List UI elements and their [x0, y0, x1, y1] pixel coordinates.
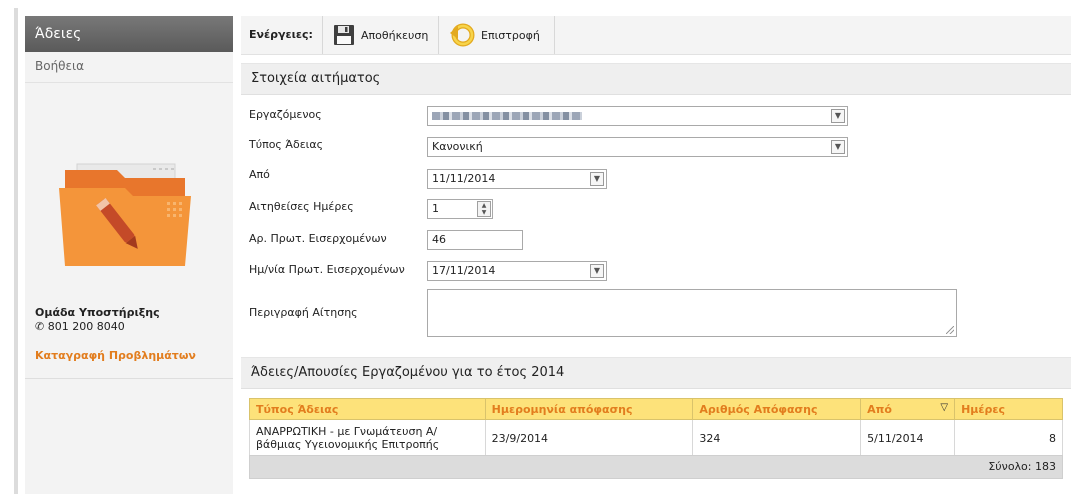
history-table: Τύπος Άδειας Ημερομηνία απόφασης Αριθμός… — [249, 398, 1063, 457]
request-section-header: Στοιχεία αιτήματος — [241, 63, 1071, 95]
from-date-select[interactable]: 11/11/2014 ▼ — [427, 169, 607, 189]
protocol-number-label: Αρ. Πρωτ. Εισερχομένων — [249, 232, 387, 245]
chevron-down-icon[interactable]: ▼ — [590, 264, 604, 278]
toolbar-label: Ενέργειες: — [249, 28, 313, 41]
toolbar-separator — [554, 16, 555, 54]
history-section-header: Άδειες/Απουσίες Εργαζομένου για το έτος … — [241, 357, 1071, 389]
column-header-decision-date[interactable]: Ημερομηνία απόφασης — [484, 398, 694, 420]
days-stepper[interactable]: 1 ▲ ▼ — [427, 199, 493, 219]
folder-edit-icon — [25, 106, 233, 296]
chevron-down-icon[interactable]: ▼ — [831, 109, 845, 123]
protocol-date-select[interactable]: 17/11/2014 ▼ — [427, 261, 607, 281]
sidebar-divider — [25, 378, 233, 379]
days-label: Αιτηθείσες Ημέρες — [249, 200, 354, 213]
save-button-label: Αποθήκευση — [361, 28, 429, 42]
employee-select[interactable]: ▼ — [427, 106, 848, 126]
page-edge — [14, 8, 18, 494]
sort-down-icon[interactable]: ▽ — [940, 402, 948, 413]
employee-value-redacted — [432, 112, 582, 120]
support-phone: ✆ 801 200 8040 — [35, 320, 225, 333]
chevron-down-icon[interactable]: ▼ — [590, 172, 604, 186]
cell-leave-type: ΑΝΑΡΡΩΤΙΚΗ - με Γνωμάτευση Α/βάθμιας Υγε… — [249, 419, 486, 457]
description-textarea[interactable] — [427, 289, 957, 337]
table-footer-total: Σύνολο: 183 — [249, 455, 1063, 479]
history-section-title: Άδειες/Απουσίες Εργαζομένου για το έτος … — [251, 365, 565, 380]
cell-from: 5/11/2014 — [860, 419, 956, 457]
chevron-down-icon[interactable]: ▼ — [831, 140, 845, 154]
resize-handle[interactable] — [946, 326, 954, 334]
support-block: Ομάδα Υποστήριξης ✆ 801 200 8040 Καταγρα… — [35, 306, 225, 362]
protocol-date-label: Ημ/νία Πρωτ. Εισερχομένων — [249, 263, 405, 276]
column-header-from[interactable]: Από ▽ — [860, 398, 956, 420]
return-arrow-icon — [450, 23, 475, 47]
column-header-decision-number[interactable]: Αριθμός Απόφασης — [692, 398, 862, 420]
toolbar-separator — [438, 16, 439, 54]
column-header-days[interactable]: Ημέρες — [954, 398, 1063, 420]
employee-label: Εργαζόμενος — [249, 108, 322, 121]
from-date-value: 11/11/2014 — [432, 172, 496, 185]
help-link[interactable]: Βοήθεια — [25, 52, 233, 83]
column-header-leave-type[interactable]: Τύπος Άδειας — [249, 398, 486, 420]
support-phone-number: 801 200 8040 — [47, 320, 125, 333]
back-button[interactable]: Επιστροφή — [449, 16, 540, 54]
save-button[interactable]: Αποθήκευση — [333, 16, 428, 54]
leave-type-value: Κανονική — [432, 140, 483, 153]
days-value: 1 — [432, 202, 439, 215]
back-button-label: Επιστροφή — [481, 28, 540, 42]
floppy-disk-icon — [334, 25, 354, 45]
cell-days: 8 — [954, 419, 1063, 457]
phone-icon: ✆ — [35, 320, 48, 333]
cell-decision-number: 324 — [692, 419, 862, 457]
protocol-number-value: 46 — [432, 233, 446, 246]
request-section-title: Στοιχεία αιτήματος — [251, 71, 381, 86]
protocol-date-value: 17/11/2014 — [432, 264, 496, 277]
toolbar: Ενέργειες: Αποθήκευση Επιστροφή — [241, 16, 1071, 55]
spinner-arrows-icon[interactable]: ▲ ▼ — [477, 201, 491, 217]
report-problems-link[interactable]: Καταγραφή Προβλημάτων — [35, 349, 225, 362]
sidebar: Άδειες Βοήθεια Ομάδα Υποστήριξης ✆ 801 2… — [25, 16, 233, 494]
main-panel: Ενέργειες: Αποθήκευση Επιστροφή Στοιχεία… — [241, 16, 1071, 494]
leave-type-select[interactable]: Κανονική ▼ — [427, 137, 848, 157]
description-label: Περιγραφή Αίτησης — [249, 306, 358, 319]
table-row[interactable]: ΑΝΑΡΡΩΤΙΚΗ - με Γνωμάτευση Α/βάθμιας Υγε… — [249, 419, 1063, 457]
cell-decision-date: 23/9/2014 — [484, 419, 694, 457]
protocol-number-input[interactable]: 46 — [427, 230, 523, 250]
from-label: Από — [249, 168, 270, 181]
table-header-row: Τύπος Άδειας Ημερομηνία απόφασης Αριθμός… — [249, 398, 1063, 420]
support-title: Ομάδα Υποστήριξης — [35, 306, 160, 319]
sidebar-title: Άδειες — [25, 16, 233, 52]
leave-type-label: Τύπος Άδειας — [249, 138, 324, 151]
toolbar-separator — [322, 16, 323, 54]
